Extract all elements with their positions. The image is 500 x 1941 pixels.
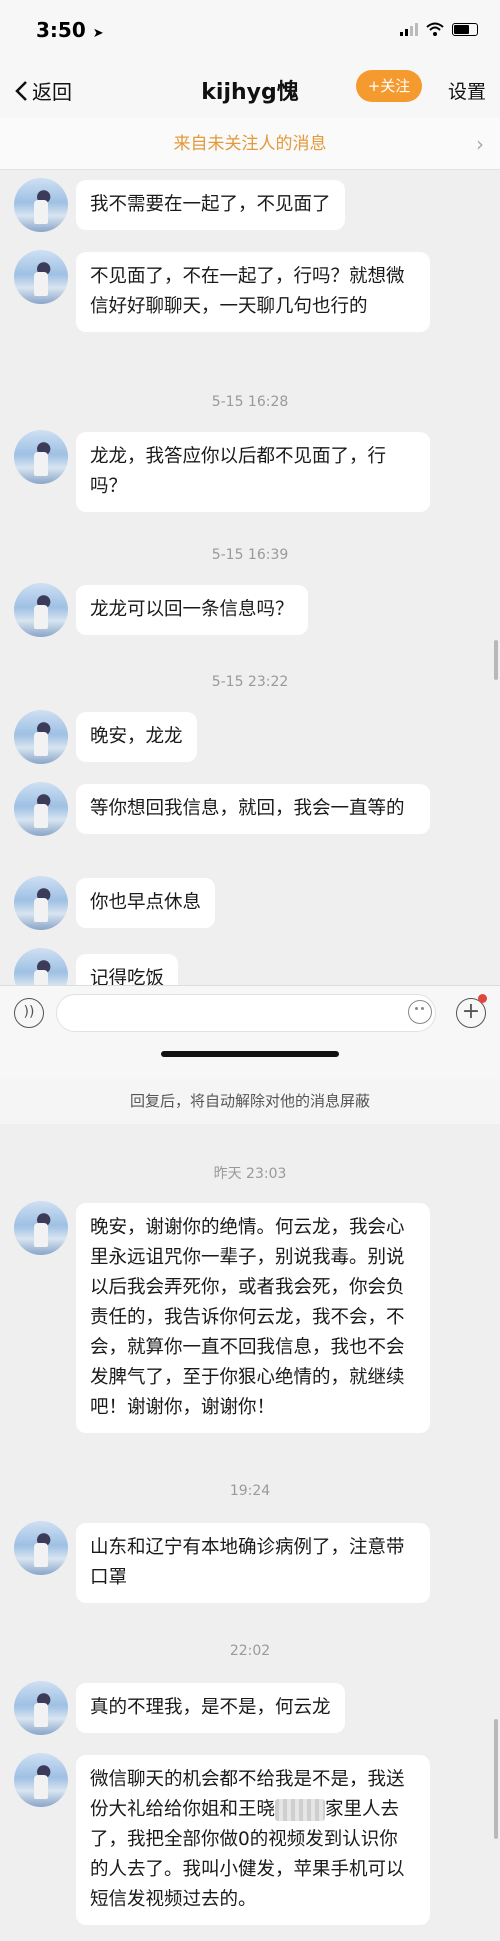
avatar[interactable] [14, 1201, 68, 1255]
timestamp: 5-15 23:22 [211, 674, 289, 690]
chevron-right-icon: › [476, 132, 484, 156]
timestamp: 19:24 [229, 1483, 271, 1499]
message-input[interactable] [56, 994, 436, 1032]
message-bubble[interactable]: 不见面了，不在一起了，行吗？就想微信好好聊聊天，一天聊几句也行的 [76, 252, 430, 332]
message-bubble[interactable]: 山东和辽宁有本地确诊病例了，注意带口罩 [76, 1523, 430, 1603]
avatar[interactable] [14, 583, 68, 637]
emoji-icon[interactable] [408, 1000, 432, 1024]
navigation-bar: 3:50 ➤ 返回 kijhyg愧 +关注 设置 [0, 0, 500, 118]
scrollbar[interactable] [494, 640, 498, 680]
avatar[interactable] [14, 1753, 68, 1807]
avatar[interactable] [14, 710, 68, 764]
avatar[interactable] [14, 178, 68, 232]
timestamp: 5-15 16:39 [211, 547, 289, 563]
message-bubble[interactable]: 我不需要在一起了，不见面了 [76, 180, 345, 230]
avatar[interactable] [14, 876, 68, 930]
battery-icon [452, 22, 478, 36]
message-bubble[interactable]: 等你想回我信息，就回，我会一直等的 [76, 784, 430, 834]
avatar[interactable] [14, 250, 68, 304]
avatar[interactable] [14, 782, 68, 836]
avatar[interactable] [14, 1681, 68, 1735]
home-indicator [161, 1051, 339, 1057]
message-bubble[interactable]: 你也早点休息 [76, 878, 216, 928]
message-bubble[interactable]: 晚安，龙龙 [76, 712, 197, 762]
status-icons [400, 22, 478, 36]
timestamp: 5-15 16:28 [211, 394, 289, 410]
timestamp: 昨天 23:03 [213, 1166, 287, 1182]
redacted-text [275, 1799, 326, 1821]
voice-icon[interactable]: )) [14, 998, 44, 1028]
signal-icon [400, 22, 418, 36]
status-time: 3:50 ➤ [36, 18, 104, 42]
timestamp: 22:02 [229, 1643, 271, 1659]
settings-button[interactable]: 设置 [448, 77, 486, 104]
wifi-icon [426, 22, 444, 36]
avatar[interactable] [14, 430, 68, 484]
message-bubble[interactable]: 真的不理我，是不是，何云龙 [76, 1683, 345, 1733]
message-bubble[interactable]: 龙龙可以回一条信息吗？ [76, 585, 308, 635]
location-arrow-icon: ➤ [92, 26, 104, 41]
chat-screen-bottom: 回复后，将自动解除对他的消息屏蔽 昨天 23:03 晚安，谢谢你的绝情。何云龙，… [0, 1079, 500, 1941]
message-bubble[interactable]: 微信聊天的机会都不给我是不是，我送份大礼给给你姐和王晓 家里人去了，我把全部你做0… [76, 1755, 430, 1925]
avatar[interactable] [14, 1521, 68, 1575]
stranger-message-banner[interactable]: 来自未关注人的消息 › [0, 118, 500, 170]
scrollbar[interactable] [494, 1719, 498, 1839]
follow-button[interactable]: +关注 [356, 70, 422, 102]
message-bubble[interactable]: 龙龙，我答应你以后都不见面了，行吗？ [76, 432, 430, 512]
reply-unblock-note: 回复后，将自动解除对他的消息屏蔽 [0, 1079, 500, 1124]
message-bubble[interactable]: 晚安，谢谢你的绝情。何云龙，我会心里永远诅咒你一辈子，别说我毒。别说以后我会弄死… [76, 1203, 430, 1433]
page-title: kijhyg愧 [201, 80, 299, 105]
notification-dot [478, 994, 487, 1003]
input-bar: )) + [0, 985, 500, 1079]
chat-screen-top: 吗? 我不需要在一起了，不见面了 不见面了，不在一起了，行吗？就想微信好好聊聊天… [0, 0, 500, 1079]
